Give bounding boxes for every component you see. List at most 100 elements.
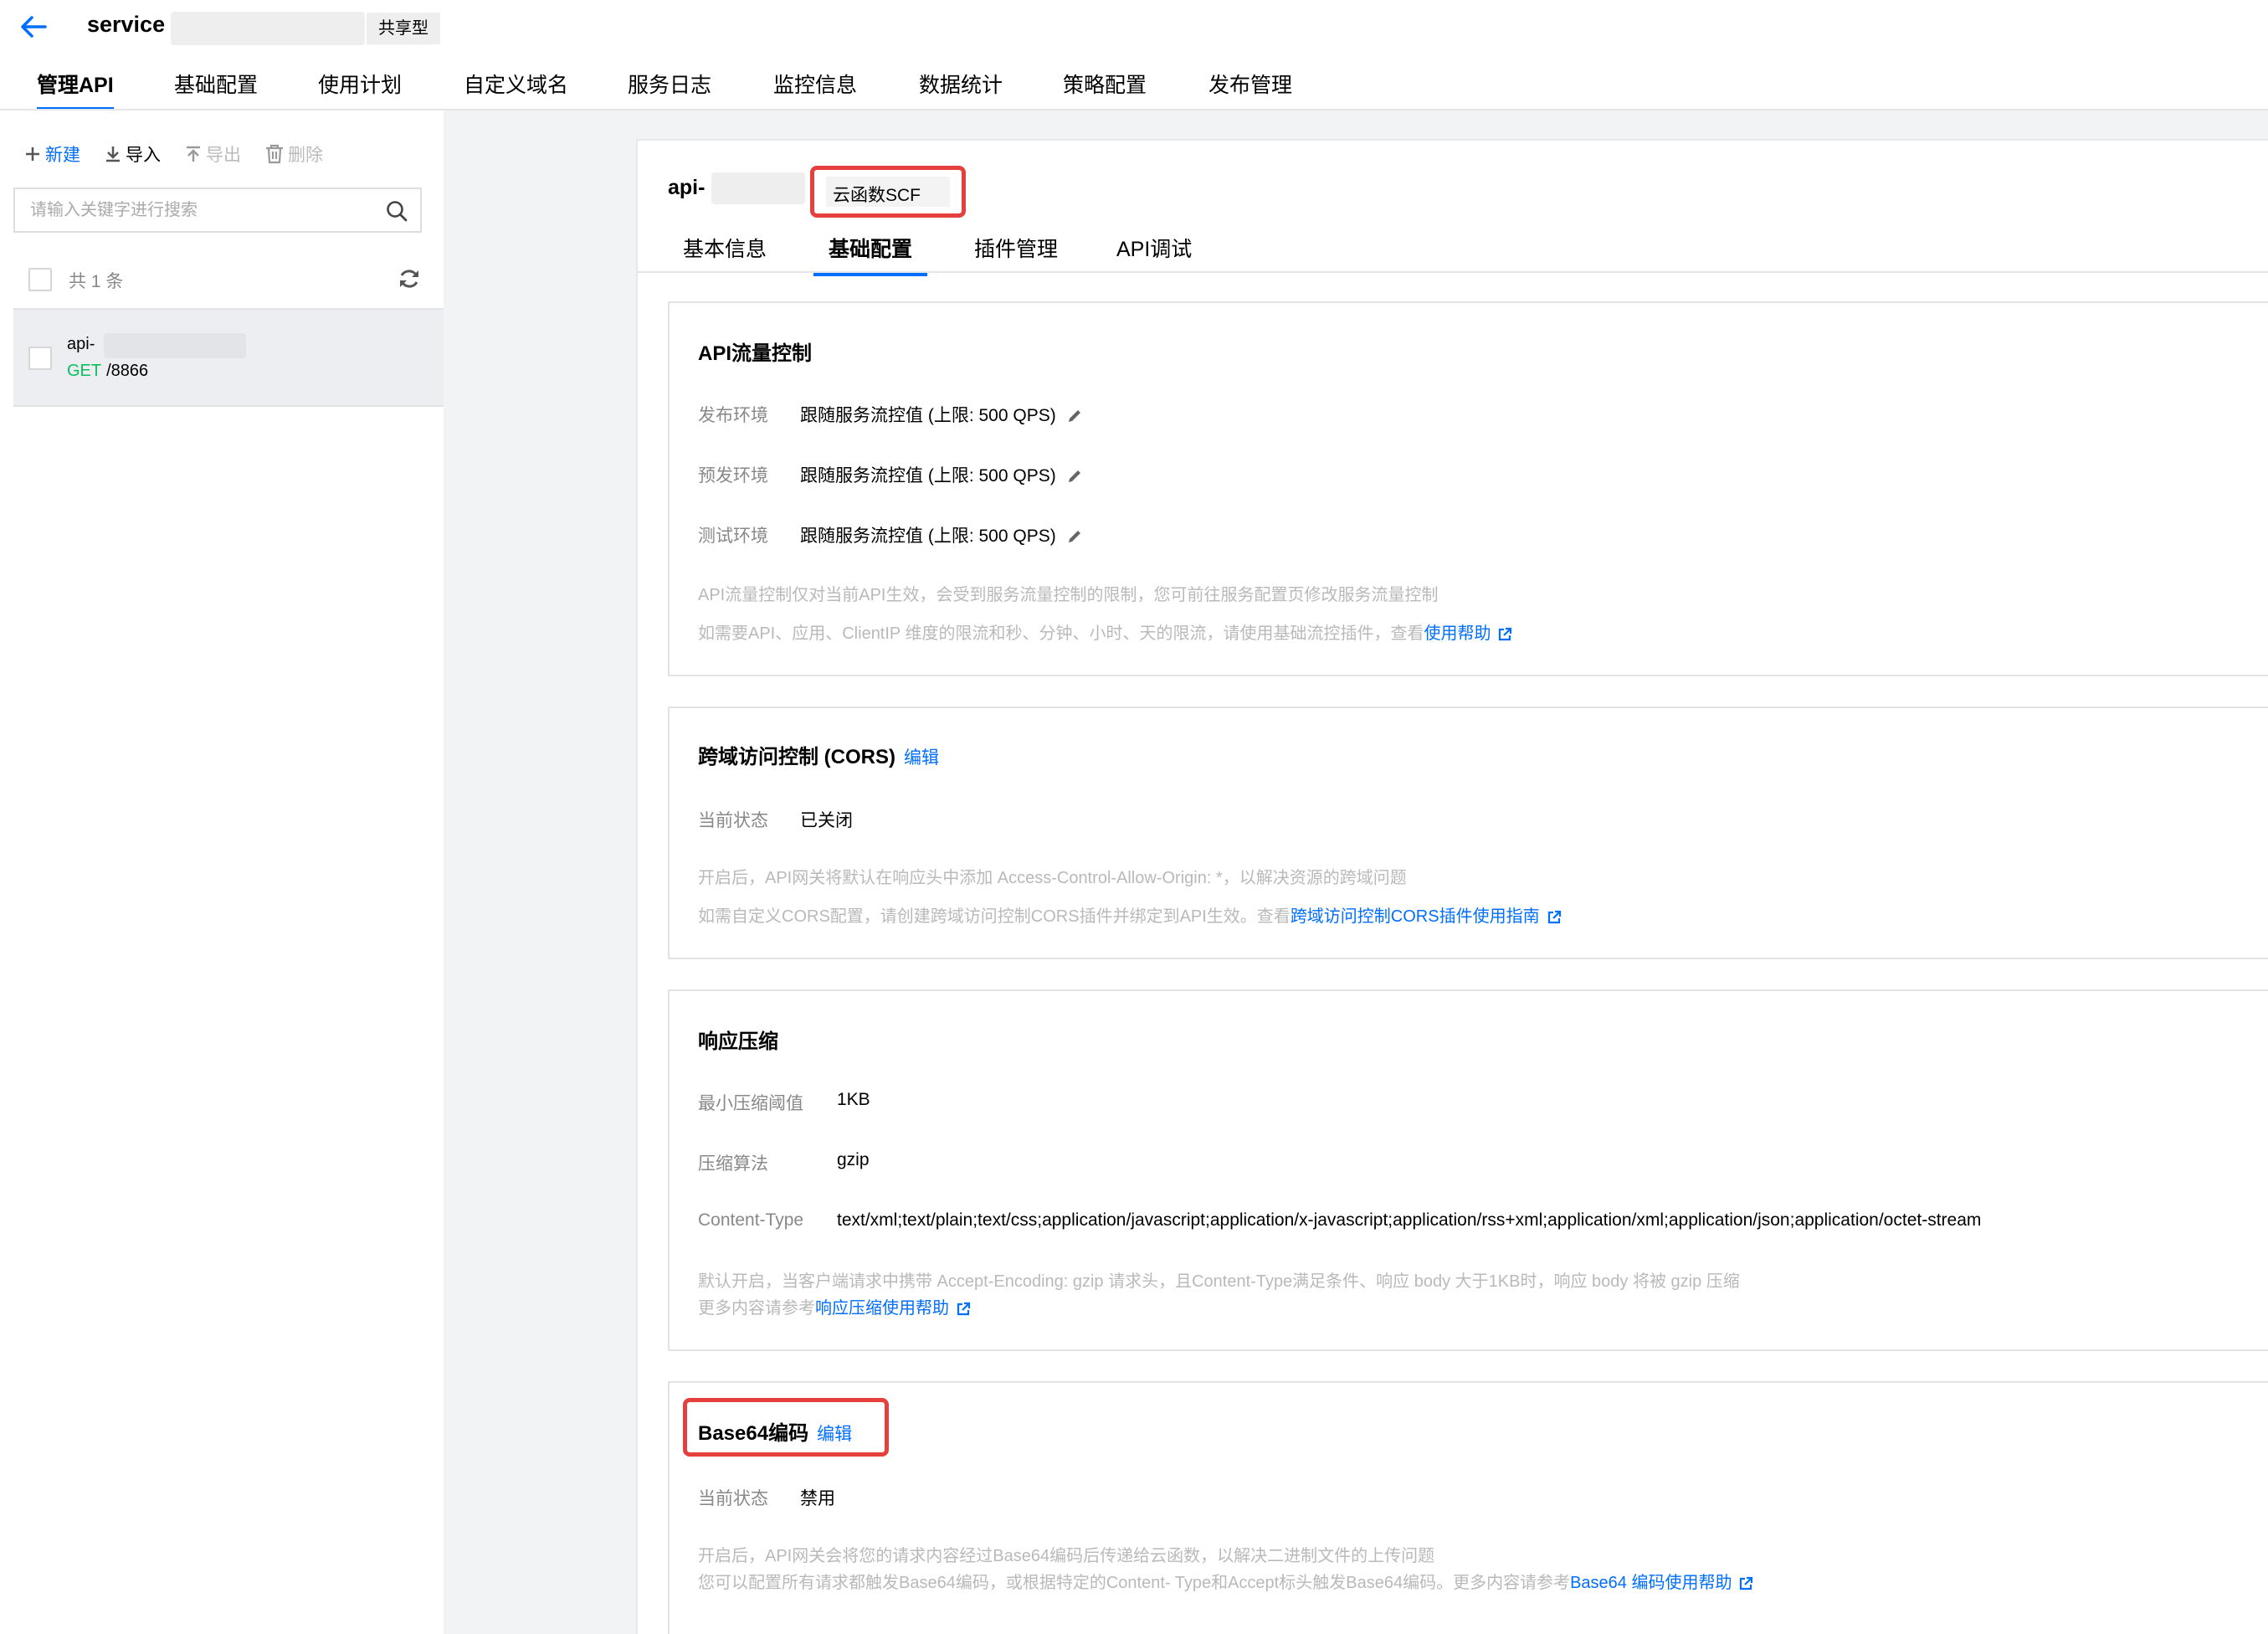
api-title: api- <box>668 176 706 199</box>
rate-limit-card: API流量控制 发布环境 跟随服务流控值 (上限: 500 QPS) 预发环境 … <box>668 301 2268 676</box>
export-button[interactable]: 导出 <box>184 139 241 169</box>
base64-title-row: Base64编码 编辑 <box>698 1416 852 1446</box>
env-value-release: 跟随服务流控值 (上限: 500 QPS) <box>800 402 1083 427</box>
external-link-icon[interactable] <box>1738 1576 1753 1591</box>
redacted-api-id <box>104 333 246 358</box>
cors-note-1: 开启后，API网关将默认在响应头中添加 Access-Control-Allow… <box>698 869 1407 887</box>
tab-manage-api[interactable]: 管理API <box>37 64 114 110</box>
test-qps-text: 跟随服务流控值 (上限: 500 QPS) <box>800 527 1056 546</box>
redacted-service-id <box>171 12 365 45</box>
edit-pencil-icon[interactable] <box>1066 468 1083 485</box>
usage-help-link[interactable]: 使用帮助 <box>1424 624 1491 643</box>
env-value-test: 跟随服务流控值 (上限: 500 QPS) <box>800 522 1083 547</box>
min-threshold-value: 1KB <box>837 1090 870 1109</box>
cors-note-2-text: 如需自定义CORS配置，请创建跨域访问控制CORS插件并绑定到API生效。查看 <box>698 907 1291 926</box>
import-button[interactable]: 导入 <box>104 139 161 169</box>
tab-basic-info[interactable]: 基本信息 <box>683 228 767 276</box>
upload-icon <box>187 146 200 162</box>
base64-card: Base64编码 编辑 当前状态 禁用 开启后，API网关会将您的请求内容经过Ba… <box>668 1381 2268 1634</box>
api-path: /8866 <box>106 362 149 380</box>
api-item-name: api- <box>67 335 95 353</box>
rate-limit-title: API流量控制 <box>698 342 813 365</box>
cors-status-label: 当前状态 <box>698 811 768 830</box>
base64-edit-link[interactable]: 编辑 <box>817 1425 852 1444</box>
list-count: 共 1 条 <box>69 272 124 291</box>
rate-limit-note-2-text: 如需要API、应用、ClientIP 维度的限流和秒、分钟、小时、天的限流，请使… <box>698 624 1424 643</box>
algorithm-value: gzip <box>837 1150 870 1169</box>
cors-edit-link[interactable]: 编辑 <box>904 748 939 768</box>
delete-button[interactable]: 删除 <box>264 139 323 169</box>
tab-basic-config[interactable]: 基础配置 <box>174 64 258 110</box>
base64-status-label: 当前状态 <box>698 1489 768 1508</box>
env-label-test: 测试环境 <box>698 527 768 546</box>
export-label: 导出 <box>206 146 241 165</box>
detail-tabs-divider <box>638 271 2268 273</box>
tab-monitoring[interactable]: 监控信息 <box>773 64 857 110</box>
back-arrow-icon[interactable] <box>17 10 50 44</box>
refresh-icon[interactable] <box>397 266 422 295</box>
download-icon <box>106 146 120 162</box>
compression-title: 响应压缩 <box>698 1030 778 1053</box>
tab-plugin-management[interactable]: 插件管理 <box>974 228 1058 276</box>
cors-card: 跨域访问控制 (CORS) 编辑 当前状态 已关闭 开启后，API网关将默认在响应… <box>668 707 2268 959</box>
base64-help-link[interactable]: Base64 编码使用帮助 <box>1570 1574 1732 1592</box>
edit-pencil-icon[interactable] <box>1066 528 1083 545</box>
http-method-badge: GET <box>67 362 102 380</box>
tab-statistics[interactable]: 数据统计 <box>919 64 1003 110</box>
top-header: service 共享型 <box>0 0 2268 54</box>
api-search-box <box>13 188 422 233</box>
content-type-label: Content-Type <box>698 1210 804 1230</box>
base64-status-value: 禁用 <box>800 1489 835 1508</box>
tab-release-management[interactable]: 发布管理 <box>1208 64 1292 110</box>
base64-title: Base64编码 <box>698 1422 809 1445</box>
tab-policy-config[interactable]: 策略配置 <box>1063 64 1147 110</box>
base64-note-2-text: 您可以配置所有请求都触发Base64编码，或根据特定的Content- Type… <box>698 1574 1571 1592</box>
env-label-prerelease: 预发环境 <box>698 466 768 486</box>
content-type-value: text/xml;text/plain;text/css;application… <box>837 1210 1982 1230</box>
compression-card: 响应压缩 最小压缩阈值 1KB 压缩算法 gzip Content-Type t… <box>668 989 2268 1351</box>
api-search-input[interactable] <box>30 198 365 223</box>
tab-custom-domain[interactable]: 自定义域名 <box>464 64 568 110</box>
cors-status-value: 已关闭 <box>800 811 853 830</box>
list-count-row: 共 1 条 <box>28 265 422 295</box>
compression-help-link[interactable]: 响应压缩使用帮助 <box>815 1299 949 1318</box>
compression-note-2: 更多内容请参考响应压缩使用帮助 <box>698 1294 971 1318</box>
new-label: 新建 <box>45 146 80 165</box>
api-item-route: GET/8866 <box>67 362 148 381</box>
base64-note-2: 您可以配置所有请求都触发Base64编码，或根据特定的Content- Type… <box>698 1569 1753 1593</box>
tab-usage-plan[interactable]: 使用计划 <box>318 64 402 110</box>
tab-basic-config-detail[interactable]: 基础配置 <box>813 228 928 276</box>
min-threshold-label: 最小压缩阈值 <box>698 1094 803 1113</box>
prerelease-qps-text: 跟随服务流控值 (上限: 500 QPS) <box>800 466 1056 486</box>
api-item-checkbox[interactable] <box>28 347 52 370</box>
select-all-checkbox[interactable] <box>28 268 52 291</box>
external-link-icon[interactable] <box>1497 627 1512 642</box>
api-detail-panel: api- 云函数SCF 基本信息 基础配置 插件管理 API调试 API流量控制… <box>636 139 2268 1634</box>
service-name: service <box>87 12 166 37</box>
tab-api-debug[interactable]: API调试 <box>1116 228 1192 276</box>
backend-type-label: 云函数SCF <box>833 186 921 205</box>
service-type-badge: 共享型 <box>367 13 440 44</box>
new-api-button[interactable]: 新建 <box>23 139 80 169</box>
external-link-icon[interactable] <box>1547 910 1562 925</box>
env-label-release: 发布环境 <box>698 406 768 425</box>
edit-pencil-icon[interactable] <box>1066 408 1083 424</box>
release-qps-text: 跟随服务流控值 (上限: 500 QPS) <box>800 406 1056 425</box>
tab-service-log[interactable]: 服务日志 <box>628 64 711 110</box>
import-label: 导入 <box>126 146 161 165</box>
cors-title-row: 跨域访问控制 (CORS) 编辑 <box>698 740 939 769</box>
delete-label: 删除 <box>288 146 323 165</box>
search-icon[interactable] <box>385 199 408 227</box>
cors-guide-link[interactable]: 跨域访问控制CORS插件使用指南 <box>1291 907 1540 926</box>
detail-tabs: 基本信息 基础配置 插件管理 API调试 <box>638 228 2268 276</box>
compression-note-1: 默认开启，当客户端请求中携带 Accept-Encoding: gzip 请求头… <box>698 1272 1740 1291</box>
redacted-api-title <box>711 172 805 204</box>
api-list-item[interactable]: api- GET/8866 <box>13 308 444 407</box>
env-value-prerelease: 跟随服务流控值 (上限: 500 QPS) <box>800 462 1083 487</box>
algorithm-label: 压缩算法 <box>698 1154 768 1174</box>
backend-type-highlight: 云函数SCF <box>810 166 966 218</box>
trash-icon <box>266 144 283 164</box>
external-link-icon[interactable] <box>956 1302 971 1317</box>
rate-limit-note-2: 如需要API、应用、ClientIP 维度的限流和秒、分钟、小时、天的限流，请使… <box>698 619 1512 644</box>
plus-icon <box>26 147 39 161</box>
